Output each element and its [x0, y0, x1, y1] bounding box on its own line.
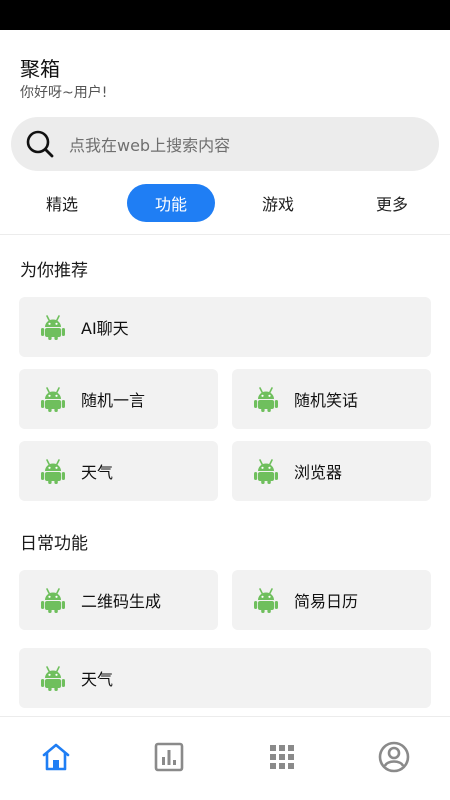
section-title-daily: 日常功能: [20, 534, 88, 554]
nav-stats-button[interactable]: [151, 739, 187, 775]
section-title-recommended: 为你推荐: [20, 261, 88, 281]
tab-games[interactable]: 游戏: [234, 184, 322, 222]
feature-card-label: 随机笑话: [294, 391, 359, 410]
nav-apps-button[interactable]: [264, 739, 300, 775]
feature-card-calendar[interactable]: 简易日历: [232, 570, 431, 630]
nav-home-button[interactable]: [38, 739, 74, 775]
app-header: 聚箱 你好呀~用户!: [20, 56, 107, 102]
feature-card-weather[interactable]: 天气: [19, 441, 218, 501]
greeting-text: 你好呀~用户!: [20, 85, 108, 101]
android-robot-icon: [39, 457, 67, 485]
feature-card-label: AI聊天: [81, 319, 129, 338]
home-icon: [42, 743, 70, 771]
android-robot-icon: [39, 313, 67, 341]
android-robot-icon: [39, 586, 67, 614]
android-robot-icon: [39, 385, 67, 413]
feature-card-label: 二维码生成: [81, 592, 162, 611]
nav-profile-button[interactable]: [376, 739, 412, 775]
tab-functions[interactable]: 功能: [127, 184, 215, 222]
search-bar[interactable]: 点我在web上搜索内容: [11, 117, 439, 171]
feature-card-random-quote[interactable]: 随机一言: [19, 369, 218, 429]
feature-card-random-joke[interactable]: 随机笑话: [232, 369, 431, 429]
search-icon: [26, 130, 54, 158]
status-bar: [0, 0, 450, 30]
search-placeholder: 点我在web上搜索内容: [69, 136, 231, 155]
feature-card-qrcode[interactable]: 二维码生成: [19, 570, 218, 630]
tabs-divider: [0, 234, 450, 235]
feature-card-label: 天气: [81, 463, 114, 482]
tab-more[interactable]: 更多: [348, 184, 436, 222]
feature-card-label: 天气: [81, 670, 114, 689]
android-robot-icon: [252, 586, 280, 614]
feature-card-label: 随机一言: [81, 391, 146, 410]
feature-card-weather-daily[interactable]: 天气: [19, 648, 431, 708]
feature-card-label: 浏览器: [294, 463, 343, 482]
feature-card-label: 简易日历: [294, 592, 359, 611]
chart-icon: [154, 742, 184, 772]
feature-card-ai-chat[interactable]: AI聊天: [19, 297, 431, 357]
feature-card-browser[interactable]: 浏览器: [232, 441, 431, 501]
apps-grid-icon: [270, 745, 294, 769]
bottom-navigation: [0, 717, 450, 800]
android-robot-icon: [39, 664, 67, 692]
android-robot-icon: [252, 457, 280, 485]
tab-featured[interactable]: 精选: [18, 184, 106, 222]
app-title: 聚箱: [20, 57, 60, 81]
profile-icon: [378, 741, 410, 773]
category-tabs: 精选 功能 游戏 更多: [0, 184, 450, 222]
android-robot-icon: [252, 385, 280, 413]
